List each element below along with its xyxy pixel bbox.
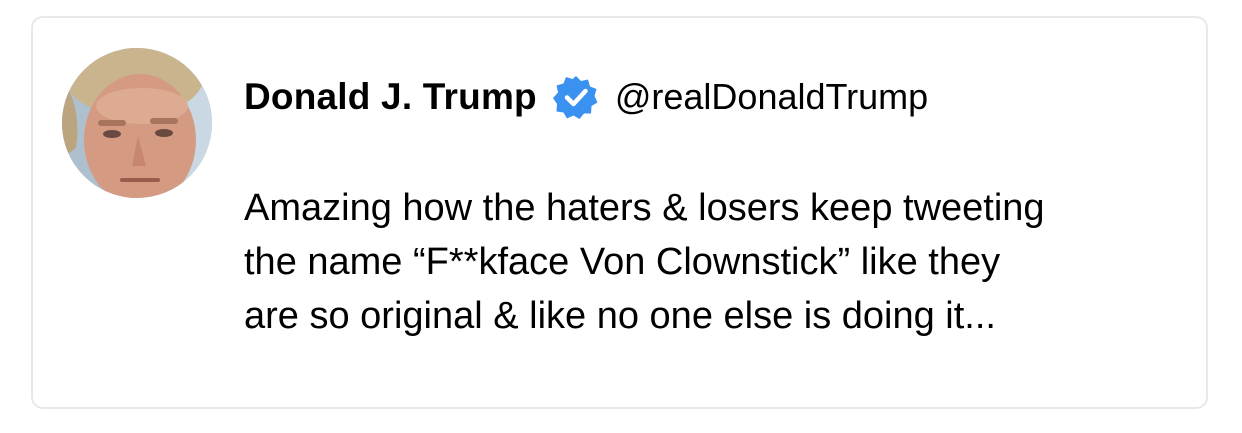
avatar[interactable] bbox=[62, 48, 212, 198]
profile-photo bbox=[62, 48, 212, 198]
display-name[interactable]: Donald J. Trump bbox=[244, 76, 537, 118]
user-handle[interactable]: @realDonaldTrump bbox=[615, 76, 928, 118]
tweet-header: Donald J. Trump @realDonaldTrump bbox=[244, 72, 928, 122]
tweet-text: Amazing how the haters & losers keep twe… bbox=[244, 187, 1045, 337]
verified-badge-icon bbox=[552, 74, 599, 120]
